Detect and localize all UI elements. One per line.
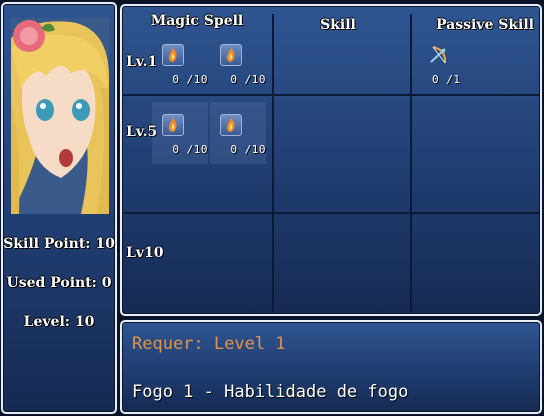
skill-count: 0 /10 — [172, 143, 208, 156]
grid-divider — [122, 94, 540, 96]
used-point-label: Used Point: 0 — [6, 275, 112, 291]
fire-scroll-icon — [162, 44, 184, 66]
bow-arrow-icon — [428, 44, 450, 66]
skill-description: Fogo 1 - Habilidade de fogo — [132, 382, 409, 402]
column-header-skill: Skill — [320, 17, 356, 33]
character-panel: Skill Point: 10 Used Point: 0 Level: 10 — [1, 2, 117, 414]
character-portrait — [11, 18, 109, 214]
skill-info-panel: Requer: Level 1 Fogo 1 - Habilidade de f… — [120, 320, 542, 414]
column-header-passive-skill: Passive Skill — [436, 17, 534, 33]
requirement-text: Requer: Level 1 — [132, 334, 286, 354]
skill-count: 0 /10 — [230, 143, 266, 156]
skill-slot[interactable]: 0 /1 — [418, 40, 474, 94]
row-label-lv10: Lv10 — [126, 245, 164, 261]
skill-point-label: Skill Point: 10 — [3, 236, 115, 252]
skill-count: 0 /10 — [172, 73, 208, 86]
grid-divider — [272, 14, 274, 312]
skill-slot[interactable]: 0 /10 — [210, 110, 266, 164]
grid-divider — [122, 212, 540, 214]
grid-divider — [410, 14, 412, 312]
level-label: Level: 10 — [23, 314, 95, 330]
skill-count: 0 /1 — [432, 73, 461, 86]
skill-slot[interactable]: 0 /10 — [210, 40, 266, 94]
skill-grid-panel: Magic Spell Skill Passive Skill Lv.1 Lv.… — [120, 4, 542, 316]
fire-scroll-icon — [162, 114, 184, 136]
skill-slot[interactable]: 0 /10 — [152, 110, 208, 164]
fire-scroll-icon — [220, 114, 242, 136]
column-header-magic-spell: Magic Spell — [150, 13, 244, 29]
fire-scroll-icon — [220, 44, 242, 66]
skill-count: 0 /10 — [230, 73, 266, 86]
skill-slot[interactable]: 0 /10 — [152, 40, 208, 94]
